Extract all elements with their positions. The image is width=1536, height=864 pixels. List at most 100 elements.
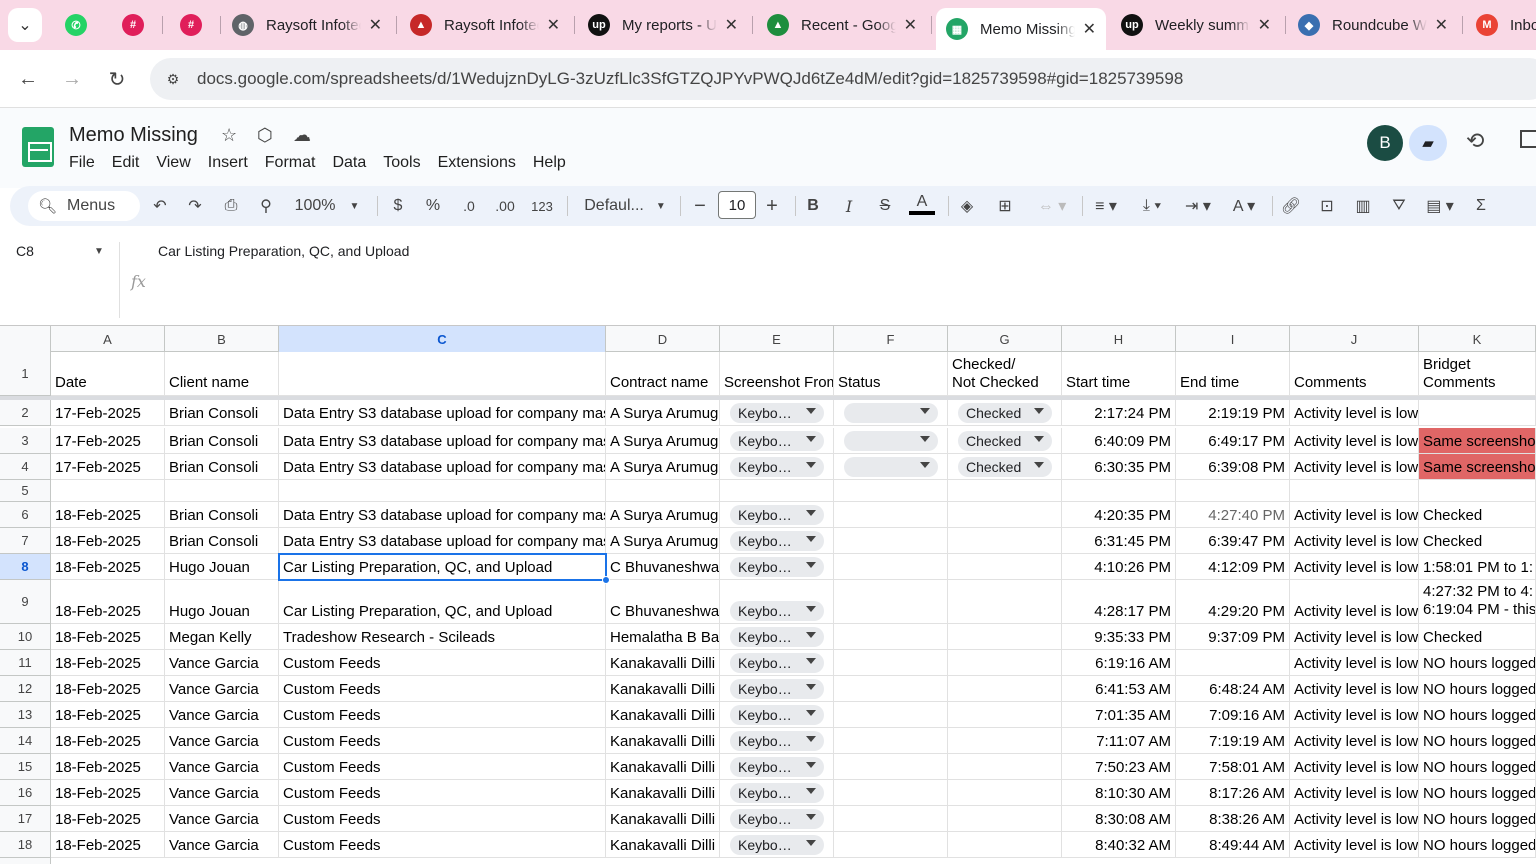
- cell-d14[interactable]: Kanakavalli Dilli: [606, 728, 720, 754]
- browser-tab[interactable]: #: [112, 0, 158, 50]
- cell-a3[interactable]: 17-Feb-2025: [51, 428, 165, 454]
- screenshot-dropdown-chip[interactable]: Keybo…: [730, 835, 824, 855]
- cell-b14[interactable]: Vance Garcia: [165, 728, 279, 754]
- cell-k11[interactable]: NO hours logged: [1419, 650, 1536, 676]
- screenshot-dropdown-chip[interactable]: Keybo…: [730, 809, 824, 829]
- cell-d9[interactable]: C Bhuvaneshwari: [606, 580, 720, 624]
- row-header-3[interactable]: 3: [0, 428, 51, 454]
- cell-f6[interactable]: [834, 502, 948, 528]
- screenshot-dropdown-chip[interactable]: Keybo…: [730, 431, 824, 451]
- cell-d7[interactable]: A Surya Arumugam: [606, 528, 720, 554]
- cell-b9[interactable]: Hugo Jouan: [165, 580, 279, 624]
- cell-j14[interactable]: Activity level is low: [1290, 728, 1419, 754]
- number-format-button[interactable]: 123: [530, 193, 554, 219]
- cell-c10[interactable]: Tradeshow Research - Scileads: [279, 624, 606, 650]
- cell-j10[interactable]: Activity level is low: [1290, 624, 1419, 650]
- row-header-9[interactable]: 9: [0, 580, 51, 624]
- cell-j4[interactable]: Activity level is low: [1290, 454, 1419, 480]
- cell-j3[interactable]: Activity level is low: [1290, 428, 1419, 454]
- cell-c6[interactable]: Data Entry S3 database upload for compan…: [279, 502, 606, 528]
- cell-b6[interactable]: Brian Consoli: [165, 502, 279, 528]
- avatar[interactable]: B: [1367, 125, 1403, 161]
- zoom-select[interactable]: 100% ▼: [292, 193, 362, 219]
- cell-f15[interactable]: [834, 754, 948, 780]
- browser-tab[interactable]: up My reports - Upwork ✕: [578, 0, 748, 50]
- document-title[interactable]: Memo Missing: [69, 124, 198, 147]
- cell-b15[interactable]: Vance Garcia: [165, 754, 279, 780]
- cell-f11[interactable]: [834, 650, 948, 676]
- row-header-1[interactable]: 1: [0, 352, 51, 396]
- row-header-2[interactable]: 2: [0, 400, 51, 426]
- header-cell-k[interactable]: Bridget Comments: [1419, 352, 1536, 396]
- status-dropdown-chip[interactable]: [844, 431, 938, 451]
- header-cell-c[interactable]: [279, 352, 606, 396]
- header-cell-j[interactable]: Comments: [1290, 352, 1419, 396]
- cell-d4[interactable]: A Surya Arumugam: [606, 454, 720, 480]
- cell-h16[interactable]: 8:10:30 AM: [1062, 780, 1176, 806]
- formula-input[interactable]: Car Listing Preparation, QC, and Upload: [158, 243, 409, 259]
- cell-a7[interactable]: 18-Feb-2025: [51, 528, 165, 554]
- column-header-g[interactable]: G: [948, 326, 1062, 352]
- increase-decimal-button[interactable]: .00: [494, 193, 516, 219]
- cell-g15[interactable]: [948, 754, 1062, 780]
- cell-i17[interactable]: 8:38:26 AM: [1176, 806, 1290, 832]
- cell-d3[interactable]: A Surya Arumugam: [606, 428, 720, 454]
- close-icon[interactable]: ✕: [904, 15, 917, 35]
- text-color-icon[interactable]: A: [909, 193, 935, 215]
- cell-i2[interactable]: 2:19:19 PM: [1176, 400, 1290, 426]
- cell-b17[interactable]: Vance Garcia: [165, 806, 279, 832]
- borders-icon[interactable]: ⊞: [994, 193, 1016, 219]
- cell-k13[interactable]: NO hours logged: [1419, 702, 1536, 728]
- cell-d12[interactable]: Kanakavalli Dilli: [606, 676, 720, 702]
- close-icon[interactable]: ✕: [369, 15, 382, 35]
- column-header-b[interactable]: B: [165, 326, 279, 352]
- vertical-align-icon[interactable]: ⤓ ▾: [1134, 193, 1170, 219]
- status-dropdown-chip[interactable]: [844, 457, 938, 477]
- browser-tab[interactable]: up Weekly summary ✕: [1111, 0, 1281, 50]
- cloud-saved-icon[interactable]: ☁: [293, 125, 311, 146]
- functions-icon[interactable]: Σ: [1470, 193, 1492, 219]
- cell-b18[interactable]: Vance Garcia: [165, 832, 279, 858]
- cell-b4[interactable]: Brian Consoli: [165, 454, 279, 480]
- cell-k6[interactable]: Checked: [1419, 502, 1536, 528]
- cell-c14[interactable]: Custom Feeds: [279, 728, 606, 754]
- site-info-icon[interactable]: ⚙: [162, 68, 184, 90]
- cell-i9[interactable]: 4:29:20 PM: [1176, 580, 1290, 624]
- cell-k15[interactable]: NO hours logged: [1419, 754, 1536, 780]
- status-dropdown-chip[interactable]: [844, 403, 938, 423]
- row-header-17[interactable]: 17: [0, 806, 51, 832]
- cell-b13[interactable]: Vance Garcia: [165, 702, 279, 728]
- cell-k8[interactable]: 1:58:01 PM to 1:: [1419, 554, 1536, 580]
- cell-j6[interactable]: Activity level is low: [1290, 502, 1419, 528]
- cell-i6[interactable]: 4:27:40 PM: [1176, 502, 1290, 528]
- cell-k14[interactable]: NO hours logged: [1419, 728, 1536, 754]
- paint-format-icon[interactable]: ⚲: [256, 193, 276, 219]
- merge-cells-icon[interactable]: ⇔ ▾: [1032, 193, 1072, 219]
- column-header-i[interactable]: I: [1176, 326, 1290, 352]
- screenshot-dropdown-chip[interactable]: Keybo…: [730, 731, 824, 751]
- cell-g8[interactable]: [948, 554, 1062, 580]
- cell-k16[interactable]: NO hours logged: [1419, 780, 1536, 806]
- row-header-10[interactable]: 10: [0, 624, 51, 650]
- cell-h7[interactable]: 6:31:45 PM: [1062, 528, 1176, 554]
- close-icon[interactable]: ✕: [547, 15, 560, 35]
- cell-k17[interactable]: NO hours logged: [1419, 806, 1536, 832]
- horizontal-align-icon[interactable]: ≡ ▾: [1088, 193, 1124, 219]
- cell-g5[interactable]: [948, 480, 1062, 502]
- cell-k12[interactable]: NO hours logged: [1419, 676, 1536, 702]
- cell-h10[interactable]: 9:35:33 PM: [1062, 624, 1176, 650]
- cell-g14[interactable]: [948, 728, 1062, 754]
- browser-tab[interactable]: ◍ Raysoft Infotech ✕: [222, 0, 392, 50]
- currency-format-button[interactable]: $: [390, 193, 406, 219]
- spreadsheet-grid[interactable]: ABCDEFGHIJK 1 Date Client name Contract nam…: [0, 326, 1536, 864]
- cell-f9[interactable]: [834, 580, 948, 624]
- cell-b16[interactable]: Vance Garcia: [165, 780, 279, 806]
- italic-icon[interactable]: I: [839, 193, 859, 219]
- column-header-a[interactable]: A: [51, 326, 165, 352]
- cell-k9[interactable]: 4:27:32 PM to 4: 6:19:04 PM - this: [1419, 580, 1536, 624]
- cell-k10[interactable]: Checked: [1419, 624, 1536, 650]
- decrease-decimal-button[interactable]: .0: [458, 193, 480, 219]
- select-all-corner[interactable]: [0, 326, 51, 352]
- row-header-18[interactable]: 18: [0, 832, 51, 858]
- insert-link-icon[interactable]: 🔗︎: [1280, 193, 1302, 219]
